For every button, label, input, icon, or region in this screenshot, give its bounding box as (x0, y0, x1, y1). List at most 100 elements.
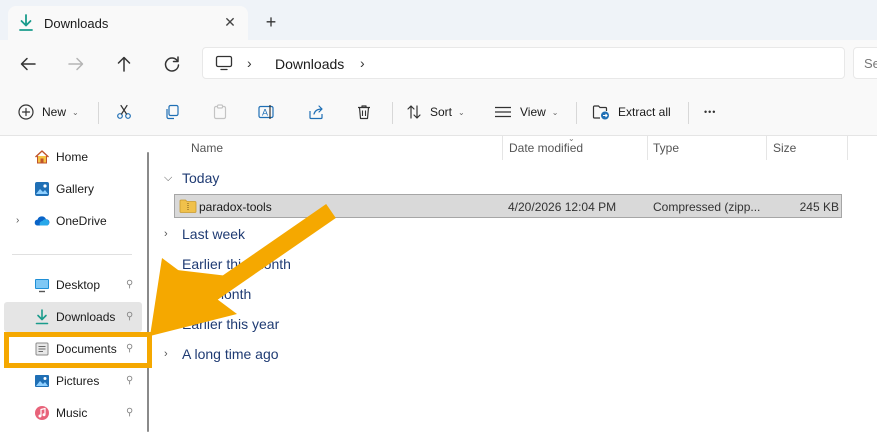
sidebar-item-label: Home (56, 150, 89, 164)
tab-title: Downloads (44, 16, 109, 31)
chevron-right-icon: › (164, 228, 168, 240)
view-label: View (520, 105, 546, 119)
copy-icon (166, 104, 179, 120)
chevron-right-icon: › (164, 288, 168, 300)
search-input[interactable]: Se (853, 47, 877, 79)
command-bar: New ⌄ A Sort ⌄ View ⌄ Extract all ••• (0, 88, 877, 136)
sort-label: Sort (430, 105, 453, 119)
gallery-icon (35, 182, 49, 196)
sidebar-item-documents[interactable]: Documents ⚲ (4, 334, 142, 364)
toolbar-divider (688, 102, 689, 124)
rename-icon: A (258, 105, 274, 119)
column-size-label: Size (773, 141, 797, 155)
up-arrow-icon[interactable] (112, 52, 136, 76)
sort-icon (407, 105, 421, 119)
column-date-label: Date modified (509, 141, 584, 155)
chevron-right-icon: › (164, 318, 168, 330)
column-divider[interactable] (847, 136, 848, 160)
file-list: Name ⌄ Date modified Type Size ⌵ Today p… (152, 134, 877, 433)
back-arrow-icon[interactable] (16, 52, 40, 76)
documents-icon (35, 342, 49, 356)
group-header-earlier-this-month[interactable]: › Earlier this month (164, 252, 291, 276)
new-button[interactable]: New ⌄ (18, 98, 79, 126)
sidebar-item-label: Downloads (56, 310, 116, 324)
share-button[interactable] (308, 98, 324, 126)
file-size: 245 KB (799, 200, 839, 214)
sort-button[interactable]: Sort ⌄ (406, 98, 465, 126)
toolbar-divider (576, 102, 577, 124)
sidebar-item-home[interactable]: Home (4, 142, 142, 172)
download-icon (19, 14, 33, 31)
delete-button[interactable] (356, 98, 372, 126)
sidebar-item-downloads[interactable]: Downloads ⚲ (4, 302, 142, 332)
group-label: Today (182, 170, 220, 186)
tab-downloads[interactable]: Downloads ✕ (8, 6, 248, 40)
group-label: A long time ago (182, 346, 279, 362)
column-header-date[interactable]: Date modified (503, 136, 647, 160)
group-header-earlier-this-year[interactable]: › Earlier this year (164, 312, 279, 336)
pin-icon[interactable]: ⚲ (126, 279, 133, 290)
breadcrumb-separator[interactable]: › (247, 55, 252, 71)
sidebar-item-pictures[interactable]: Pictures ⚲ (4, 366, 142, 396)
tab-bar: Downloads ✕ + (0, 0, 877, 40)
more-options-button[interactable]: ••• (704, 98, 716, 126)
extract-all-button[interactable]: Extract all (592, 98, 671, 126)
chevron-down-icon: ⌄ (551, 107, 559, 117)
pin-icon[interactable]: ⚲ (126, 375, 133, 386)
rename-button[interactable]: A (258, 98, 276, 126)
music-icon (35, 406, 49, 420)
new-tab-button[interactable]: + (262, 13, 280, 31)
refresh-icon[interactable] (160, 52, 184, 76)
column-type-label: Type (653, 141, 680, 155)
sidebar-item-music[interactable]: Music ⚲ (4, 398, 142, 428)
column-header-name[interactable]: Name (152, 136, 502, 160)
address-bar[interactable]: › Downloads › (202, 47, 845, 79)
share-icon (309, 105, 323, 120)
sidebar-item-desktop[interactable]: Desktop ⚲ (4, 270, 142, 300)
view-button[interactable]: View ⌄ (494, 98, 559, 126)
file-type: Compressed (zipp... (653, 200, 761, 214)
pin-icon[interactable]: ⚲ (126, 407, 133, 418)
chevron-down-icon: ⌵ (164, 171, 173, 184)
close-icon[interactable]: ✕ (222, 14, 238, 30)
pin-icon[interactable]: ⚲ (126, 343, 133, 354)
breadcrumb-downloads[interactable]: Downloads (275, 56, 344, 72)
group-header-a-long-time-ago[interactable]: › A long time ago (164, 342, 279, 366)
view-icon (495, 106, 511, 118)
breadcrumb-separator[interactable]: › (360, 55, 365, 71)
file-name: paradox-tools (199, 200, 272, 214)
this-pc-icon[interactable] (215, 55, 233, 71)
column-header-type[interactable]: Type (648, 136, 766, 160)
sidebar-item-onedrive[interactable]: › OneDrive (4, 206, 142, 236)
group-header-last-week[interactable]: › Last week (164, 222, 245, 246)
pin-icon[interactable]: ⚲ (126, 311, 133, 322)
navigation-pane: Home Gallery › OneDrive Desktop ⚲ Downlo… (0, 136, 152, 433)
zip-folder-icon (179, 199, 197, 213)
sidebar-item-label: Music (56, 406, 88, 420)
sidebar-scrollbar[interactable] (147, 152, 149, 432)
trash-icon (358, 105, 370, 120)
group-header-last-month[interactable]: › Last month (164, 282, 251, 306)
chevron-right-icon[interactable]: › (16, 215, 19, 226)
onedrive-icon (34, 216, 50, 226)
sidebar-item-label: OneDrive (56, 214, 107, 228)
column-header-size[interactable]: Size (767, 136, 847, 160)
pictures-icon (35, 375, 49, 387)
column-name-label: Name (191, 141, 224, 155)
desktop-icon (35, 279, 49, 293)
copy-button[interactable] (164, 98, 180, 126)
chevron-down-icon: ⌄ (72, 107, 79, 117)
forward-arrow-icon[interactable] (64, 52, 88, 76)
svg-text:A: A (262, 108, 268, 118)
plus-circle-icon (18, 104, 34, 120)
new-label: New (42, 105, 67, 119)
sidebar-divider (12, 254, 132, 255)
group-header-today[interactable]: ⌵ Today (164, 166, 219, 190)
sidebar-item-gallery[interactable]: Gallery (4, 174, 142, 204)
file-row[interactable]: paradox-tools 4/20/2026 12:04 PM Compres… (174, 194, 842, 218)
toolbar-divider (98, 102, 99, 124)
sidebar-item-label: Gallery (56, 182, 95, 196)
cut-button[interactable] (116, 98, 132, 126)
paste-icon (213, 104, 227, 120)
paste-button[interactable] (212, 98, 228, 126)
